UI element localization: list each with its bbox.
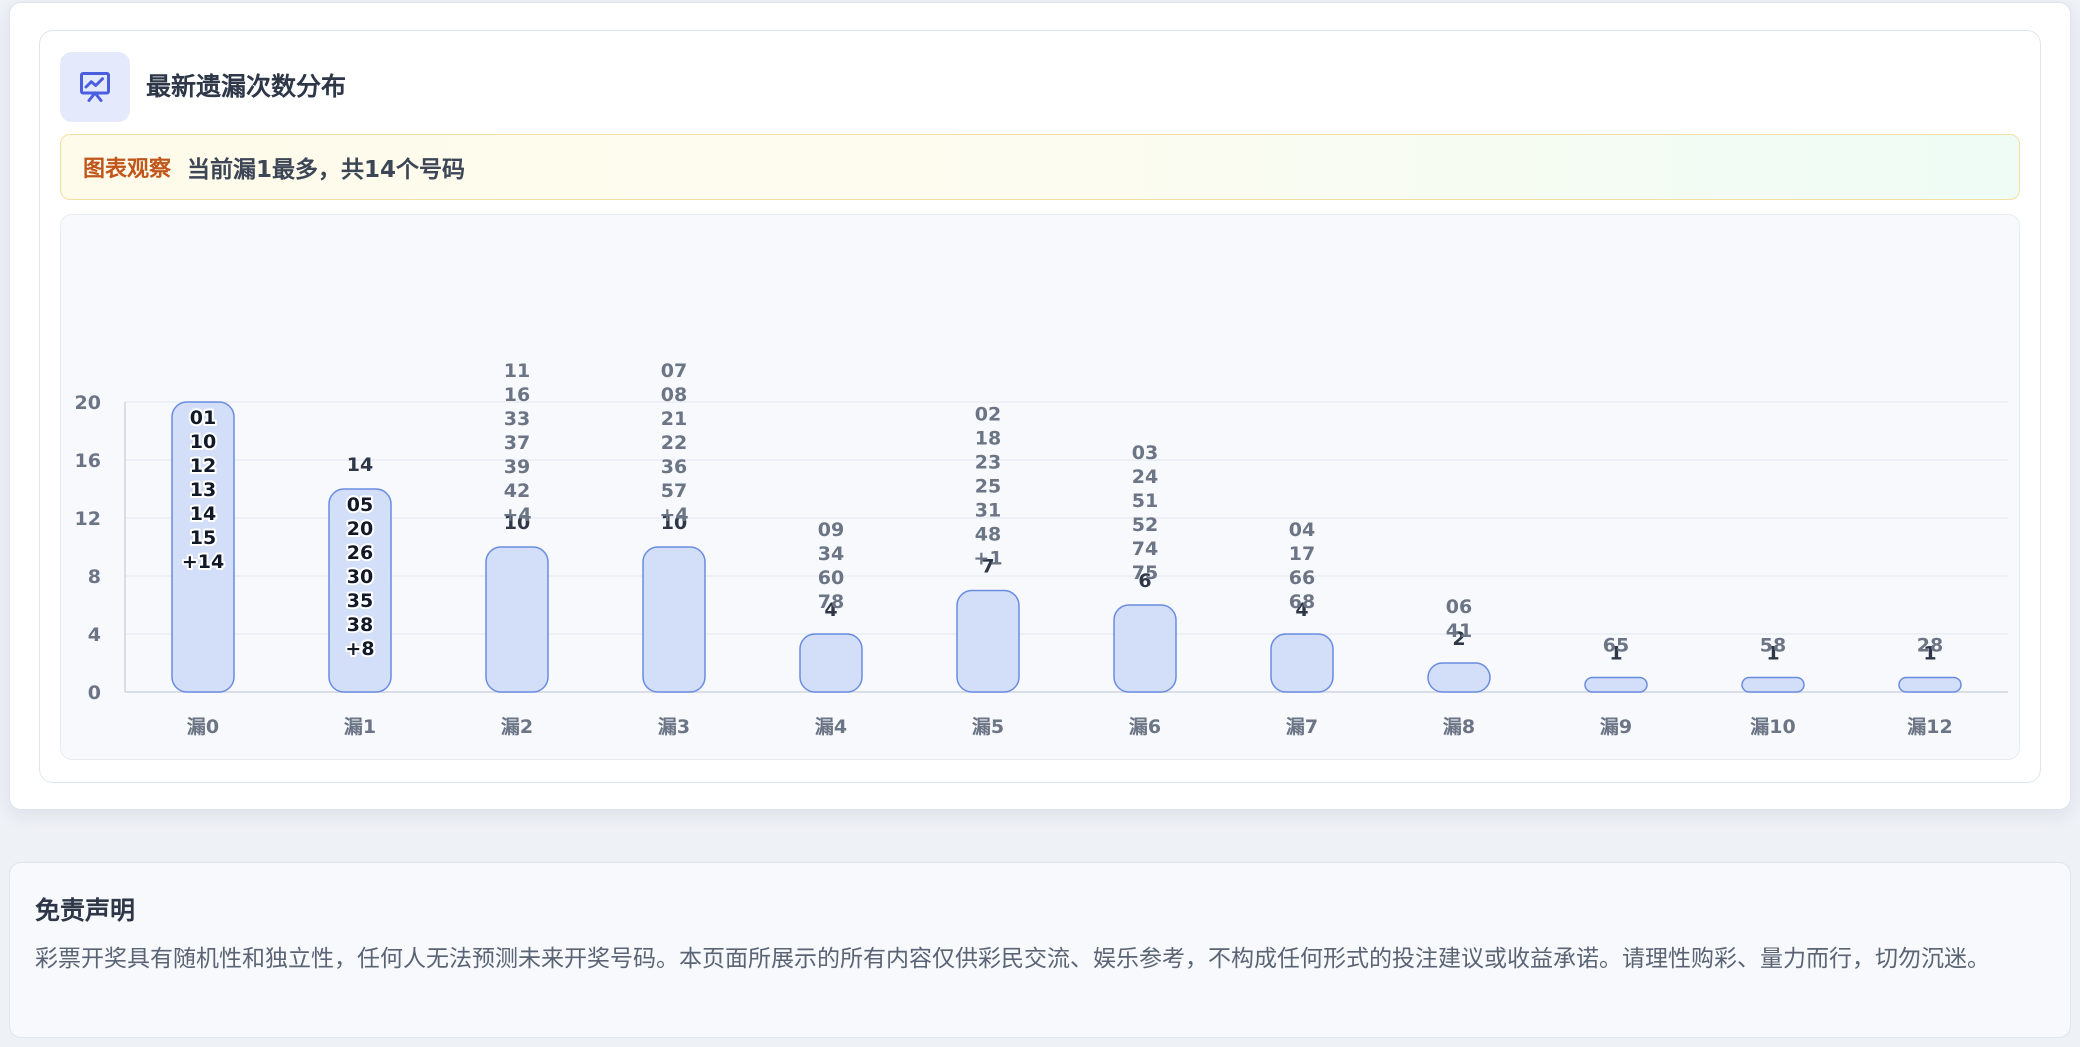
- bar-number-label: +14: [182, 551, 224, 573]
- bar-number-label: 30: [347, 566, 373, 588]
- y-tick-label: 8: [88, 566, 101, 588]
- bar-number-label: +4: [659, 504, 688, 526]
- bar-number-label: 07: [661, 360, 687, 382]
- bar-number-label: 01: [190, 407, 216, 429]
- bar-number-label: 21: [661, 408, 687, 430]
- bar-number-label: 37: [504, 432, 530, 454]
- y-tick-label: 4: [88, 624, 101, 646]
- bar-number-label: 58: [1760, 635, 1786, 657]
- bar: [799, 633, 863, 693]
- bar: [1898, 676, 1962, 693]
- bar-number-label: 28: [1917, 635, 1943, 657]
- disclaimer-text: 彩票开奖具有随机性和独立性，任何人无法预测未来开奖号码。本页面所展示的所有内容仅…: [35, 946, 1990, 972]
- card-icon-badge: [60, 52, 130, 122]
- bar-number-label: 02: [975, 404, 1001, 426]
- bar-number-label: +8: [345, 638, 374, 660]
- bar-number-label: 14: [190, 503, 216, 525]
- bar-number-label: 75: [1132, 562, 1158, 584]
- bar-number-label: 06: [1446, 596, 1472, 618]
- bar-number-label: 20: [347, 518, 373, 540]
- x-tick-label: 漏10: [1750, 716, 1795, 738]
- bar: [1741, 676, 1805, 693]
- bar: [1584, 676, 1648, 693]
- plot-area: 0 4 8 12 16 20 漏0 01 10 12 13 14 15 +14 漏1 14 05 20 26 30 35…: [60, 214, 2020, 760]
- bar-number-label: 36: [661, 456, 687, 478]
- bar-number-label: 65: [1603, 635, 1629, 657]
- x-tick-label: 漏9: [1600, 716, 1632, 738]
- x-tick-label: 漏8: [1443, 716, 1475, 738]
- bar-number-label: +4: [502, 504, 531, 526]
- bar-number-label: 12: [190, 455, 216, 477]
- presentation-chart-icon: [80, 72, 110, 102]
- bar-number-label: 13: [190, 479, 216, 501]
- y-tick-label: 16: [75, 450, 101, 472]
- bar-number-label: 38: [347, 614, 373, 636]
- x-tick-label: 漏5: [972, 716, 1004, 738]
- insight-text: 当前漏1最多，共14个号码: [187, 157, 466, 183]
- bar-number-label: 25: [975, 476, 1001, 498]
- bar-number-label: 24: [1132, 466, 1158, 488]
- x-tick-label: 漏12: [1907, 716, 1952, 738]
- bar-number-label: 51: [1132, 490, 1158, 512]
- bar-number-label: 09: [818, 519, 844, 541]
- bar-number-label: 10: [190, 431, 216, 453]
- bar-number-label: 15: [190, 527, 216, 549]
- y-tick-label: 12: [75, 508, 101, 530]
- bar: [642, 546, 706, 693]
- x-tick-label: 漏0: [187, 716, 219, 738]
- x-tick-label: 漏4: [815, 716, 847, 738]
- bar-number-label: 39: [504, 456, 530, 478]
- bar-number-label: 05: [347, 494, 373, 516]
- bar-number-label: 60: [818, 567, 844, 589]
- disclaimer-title: 免责声明: [35, 896, 136, 925]
- bar-number-label: +1: [973, 548, 1002, 570]
- x-tick-label: 漏6: [1129, 716, 1161, 738]
- bar-number-label: 26: [347, 542, 373, 564]
- disclaimer-section: 免责声明 彩票开奖具有随机性和独立性，任何人无法预测未来开奖号码。本页面所展示的…: [9, 862, 2071, 1038]
- bar-number-label: 17: [1289, 543, 1315, 565]
- bar-number-label: 66: [1289, 567, 1315, 589]
- y-tick-label: 0: [88, 682, 101, 704]
- bar-number-label: 03: [1132, 442, 1158, 464]
- bar: [956, 589, 1020, 693]
- bar-number-label: 23: [975, 452, 1001, 474]
- bar-number-label: 18: [975, 428, 1001, 450]
- bar-number-label: 68: [1289, 591, 1315, 613]
- bar-number-label: 11: [504, 360, 530, 382]
- bar-number-label: 16: [504, 384, 530, 406]
- y-tick-label: 20: [75, 392, 101, 414]
- bar-number-label: 52: [1132, 514, 1158, 536]
- x-tick-label: 漏7: [1286, 716, 1318, 738]
- bar-number-label: 04: [1289, 519, 1315, 541]
- bar-number-label: 78: [818, 591, 844, 613]
- bar-number-label: 57: [661, 480, 687, 502]
- x-tick-label: 漏1: [344, 716, 376, 738]
- bar-number-label: 74: [1132, 538, 1158, 560]
- bar: [485, 546, 549, 693]
- bar-number-label: 42: [504, 480, 530, 502]
- bar: [1427, 662, 1491, 693]
- bar-number-label: 31: [975, 500, 1001, 522]
- x-tick-label: 漏3: [658, 716, 690, 738]
- x-tick-label: 漏2: [501, 716, 533, 738]
- bar-number-label: 34: [818, 543, 844, 565]
- insight-tag: 图表观察: [83, 157, 172, 182]
- card-title: 最新遗漏次数分布: [146, 72, 347, 101]
- bar-number-label: 48: [975, 524, 1001, 546]
- bar-number-label: 35: [347, 590, 373, 612]
- bar-number-label: 08: [661, 384, 687, 406]
- bar-chart: 048121620漏0011012131415+14漏1140520263035…: [75, 360, 2008, 738]
- bar: [1113, 604, 1177, 693]
- data-label: 14: [347, 454, 373, 476]
- bar-number-label: 22: [661, 432, 687, 454]
- bar: [1270, 633, 1334, 693]
- insight-banner: 图表观察 当前漏1最多，共14个号码: [60, 134, 2020, 200]
- bar-number-label: 33: [504, 408, 530, 430]
- bar-number-label: 41: [1446, 620, 1472, 642]
